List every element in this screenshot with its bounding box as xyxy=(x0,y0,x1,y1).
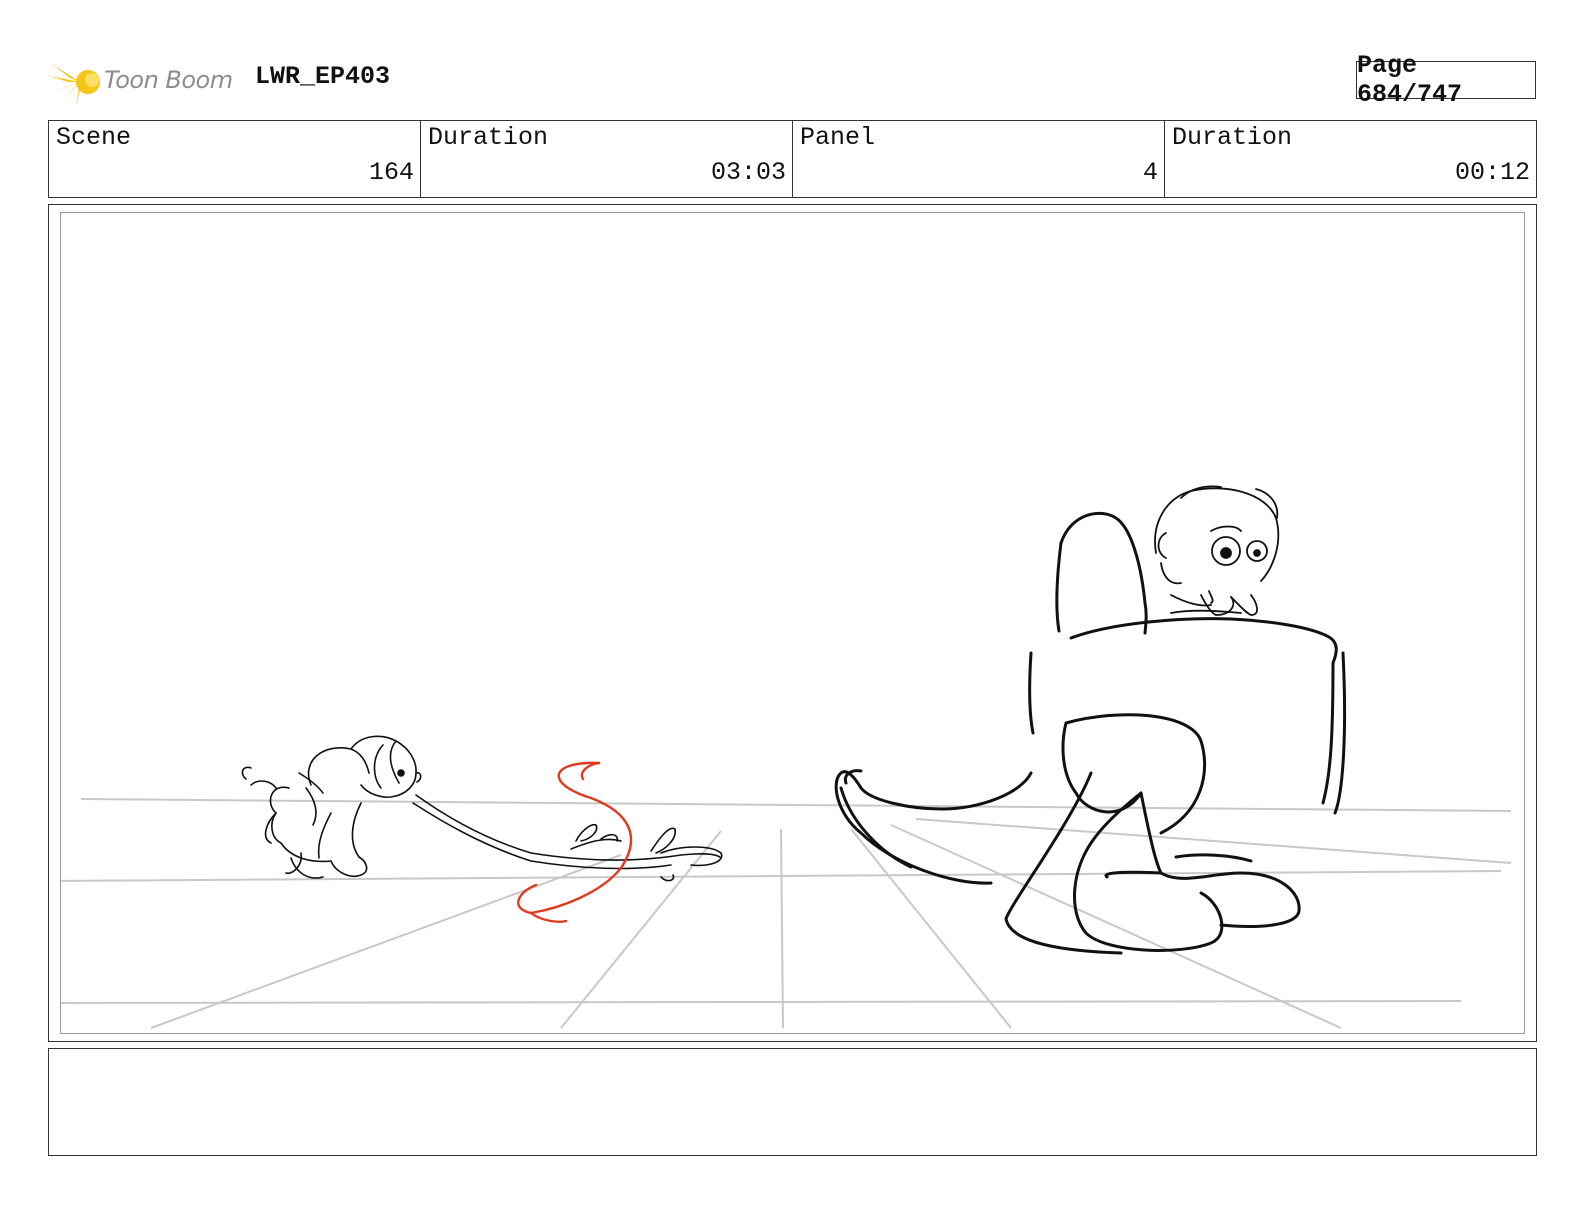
panel-duration-value: 00:12 xyxy=(1454,158,1530,187)
project-title: LWR_EP403 xyxy=(255,62,391,91)
scene-duration-value: 03:03 xyxy=(710,158,786,187)
child-sketch xyxy=(1154,485,1280,616)
scene-label: Scene xyxy=(56,123,132,152)
panel-sketch xyxy=(61,485,1512,1029)
red-motion-arrows xyxy=(517,761,633,923)
chair-sketch xyxy=(834,511,1347,955)
logo-text: Toon Boom xyxy=(104,66,233,94)
panel-duration-label: Duration xyxy=(1172,123,1293,152)
scene-value: 164 xyxy=(368,158,414,187)
puppy-sketch xyxy=(241,735,422,879)
storyboard-panel xyxy=(48,204,1537,1042)
panel-duration-cell: Duration 00:12 xyxy=(1165,121,1536,197)
floor-grid-lines xyxy=(61,798,1512,1029)
scene-cell: Scene 164 xyxy=(49,121,421,197)
info-row: Scene 164 Duration 03:03 Panel 4 Duratio… xyxy=(48,120,1537,198)
page-indicator: Page 684/747 xyxy=(1356,51,1536,109)
starburst-icon xyxy=(50,58,100,106)
toon-boom-logo: Toon Boom xyxy=(50,56,240,108)
panel-label: Panel xyxy=(800,123,876,152)
leash-stick-sketch xyxy=(412,794,723,882)
panel-cell: Panel 4 xyxy=(793,121,1165,197)
panel-value: 4 xyxy=(1142,158,1158,187)
panel-drawing-area xyxy=(60,212,1525,1034)
scene-duration-cell: Duration 03:03 xyxy=(421,121,793,197)
panel-notes xyxy=(48,1048,1537,1156)
scene-duration-label: Duration xyxy=(428,123,549,152)
